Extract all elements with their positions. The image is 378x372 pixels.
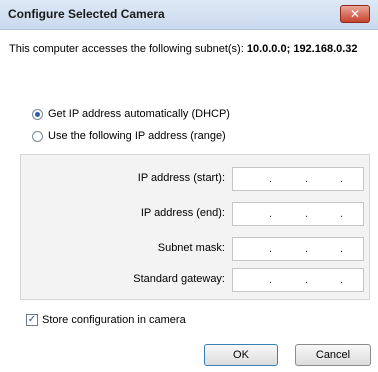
radio-dhcp[interactable]: Get IP address automatically (DHCP) xyxy=(32,108,230,120)
subnet-info-label: This computer accesses the following sub… xyxy=(9,43,244,55)
field-row-ip-start: IP address (start): . . . xyxy=(21,167,371,191)
subnet-info-value: 10.0.0.0; 192.168.0.32 xyxy=(246,43,358,55)
radio-dhcp-control[interactable] xyxy=(32,108,43,120)
subnet-mask-label: Subnet mask: xyxy=(157,242,225,254)
ip-start-label: IP address (start): xyxy=(137,172,225,184)
ip-end-input[interactable]: . . . xyxy=(232,202,364,226)
dialog-title: Configure Selected Camera xyxy=(8,7,165,21)
cancel-button[interactable]: Cancel xyxy=(295,344,371,366)
radio-dhcp-label: Get IP address automatically (DHCP) xyxy=(48,108,230,120)
subnet-mask-input[interactable]: . . . xyxy=(232,237,364,261)
field-row-subnet-mask: Subnet mask: . . . xyxy=(21,237,371,261)
dialog-window: Configure Selected Camera ✕ This compute… xyxy=(0,0,378,372)
ip-start-input[interactable]: . . . xyxy=(232,167,364,191)
radio-static-ip-control[interactable] xyxy=(32,130,43,142)
field-row-gateway: Standard gateway: . . . xyxy=(21,268,371,292)
close-icon: ✕ xyxy=(349,7,361,21)
radio-static-ip-label: Use the following IP address (range) xyxy=(48,130,226,142)
checkmark-icon: ✓ xyxy=(27,314,37,325)
field-row-ip-end: IP address (end): . . . xyxy=(21,202,371,226)
store-config-checkbox-control[interactable]: ✓ xyxy=(26,314,38,326)
ok-button[interactable]: OK xyxy=(204,344,278,366)
store-config-label: Store configuration in camera xyxy=(42,314,186,326)
ip-range-group: IP address (start): . . . IP address (en… xyxy=(20,154,370,300)
gateway-label: Standard gateway: xyxy=(133,273,225,285)
title-bar: Configure Selected Camera ✕ xyxy=(0,0,378,30)
store-config-checkbox[interactable]: ✓ Store configuration in camera xyxy=(26,314,186,326)
ip-end-label: IP address (end): xyxy=(140,207,225,219)
gateway-input[interactable]: . . . xyxy=(232,268,364,292)
close-button[interactable]: ✕ xyxy=(340,5,370,23)
subnet-info: This computer accesses the following sub… xyxy=(9,43,358,55)
radio-static-ip[interactable]: Use the following IP address (range) xyxy=(32,130,226,142)
